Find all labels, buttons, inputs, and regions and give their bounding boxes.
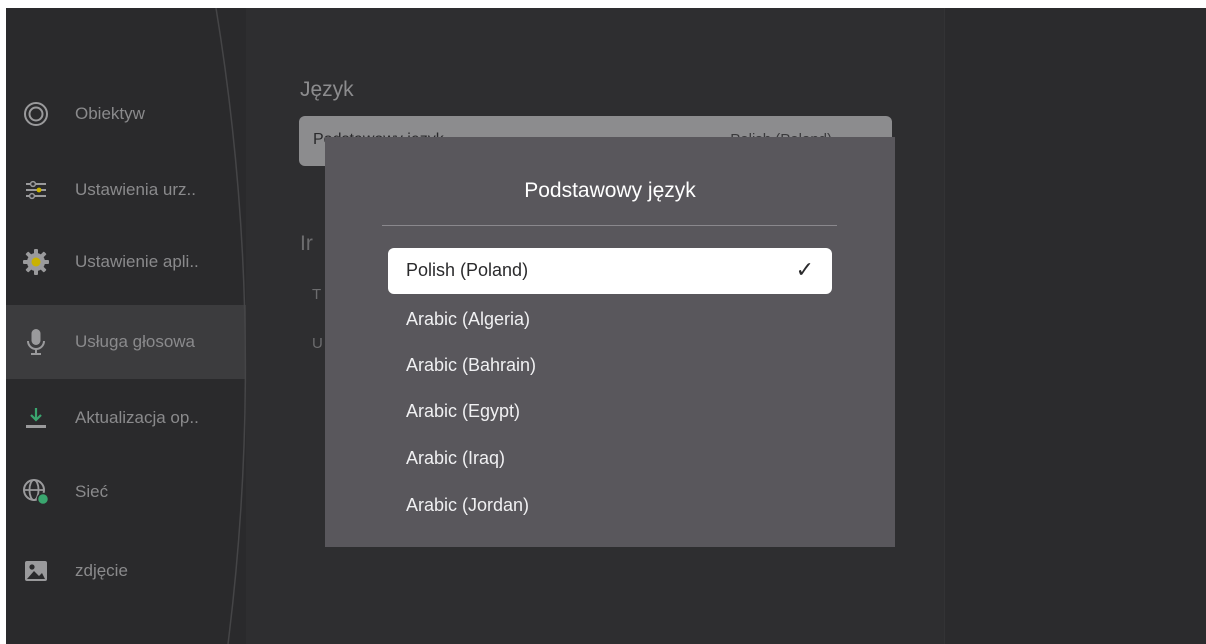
sidebar-item-device-settings[interactable]: Ustawienia urz.. [6, 166, 246, 214]
language-option-arabic-bahrain[interactable]: Arabic (Bahrain) [388, 343, 832, 389]
sidebar-item-label: Usługa głosowa [75, 332, 196, 351]
screen: Obiektyw Ustawienia urz.. Ustawienie apl… [6, 8, 1206, 644]
sidebar-item-voice-service[interactable]: Usługa głosowa [6, 305, 246, 379]
right-panel [944, 8, 1206, 644]
option-label: Arabic (Egypt) [406, 401, 521, 421]
section-title: Język [300, 78, 354, 101]
sidebar-item-photo[interactable]: zdjęcie [6, 547, 246, 595]
language-option-arabic-algeria[interactable]: Arabic (Algeria) [388, 297, 832, 343]
settings-row-label: T [312, 286, 322, 303]
language-option-polish-poland[interactable]: Polish (Poland) ✓ [388, 248, 832, 294]
language-option-arabic-egypt[interactable]: Arabic (Egypt) [388, 389, 832, 435]
option-label: Arabic (Iraq) [406, 448, 506, 468]
sidebar-item-label: zdjęcie [75, 561, 128, 580]
sidebar: Obiektyw Ustawienia urz.. Ustawienie apl… [6, 8, 246, 644]
sidebar-item-label: Ustawienia urz.. [75, 180, 196, 199]
option-label: Arabic (Algeria) [406, 309, 531, 329]
dialog-divider [382, 225, 837, 226]
option-label: Arabic (Jordan) [406, 495, 530, 515]
gear-icon [22, 248, 50, 276]
sidebar-item-label: Sieć [75, 482, 109, 501]
microphone-icon [22, 328, 50, 356]
language-option-arabic-jordan[interactable]: Arabic (Jordan) [388, 483, 832, 529]
image-icon [22, 557, 50, 585]
section-title-2: Ir [300, 232, 313, 255]
sidebar-item-network[interactable]: Sieć [6, 468, 246, 516]
sidebar-item-label: Ustawienie apli.. [75, 252, 199, 271]
language-option-arabic-iraq[interactable]: Arabic (Iraq) [388, 436, 832, 482]
sidebar-item-software-update[interactable]: Aktualizacja op.. [6, 394, 246, 442]
sidebar-item-label: Obiektyw [75, 104, 145, 123]
sidebar-item-label: Aktualizacja op.. [75, 408, 199, 427]
lens-icon [22, 100, 50, 128]
dialog-title: Podstawowy język [524, 179, 696, 202]
language-dialog: Podstawowy język Polish (Poland) ✓ Arabi… [325, 137, 895, 547]
check-icon: ✓ [795, 257, 814, 282]
download-icon [22, 404, 50, 432]
settings-row-label: U [312, 335, 323, 352]
sliders-icon [22, 176, 50, 204]
sidebar-item-app-settings[interactable]: Ustawienie apli.. [6, 238, 246, 286]
option-label: Polish (Poland) [406, 260, 529, 280]
option-label: Arabic (Bahrain) [406, 355, 537, 375]
globe-icon [22, 478, 50, 506]
sidebar-item-lens[interactable]: Obiektyw [6, 90, 246, 138]
